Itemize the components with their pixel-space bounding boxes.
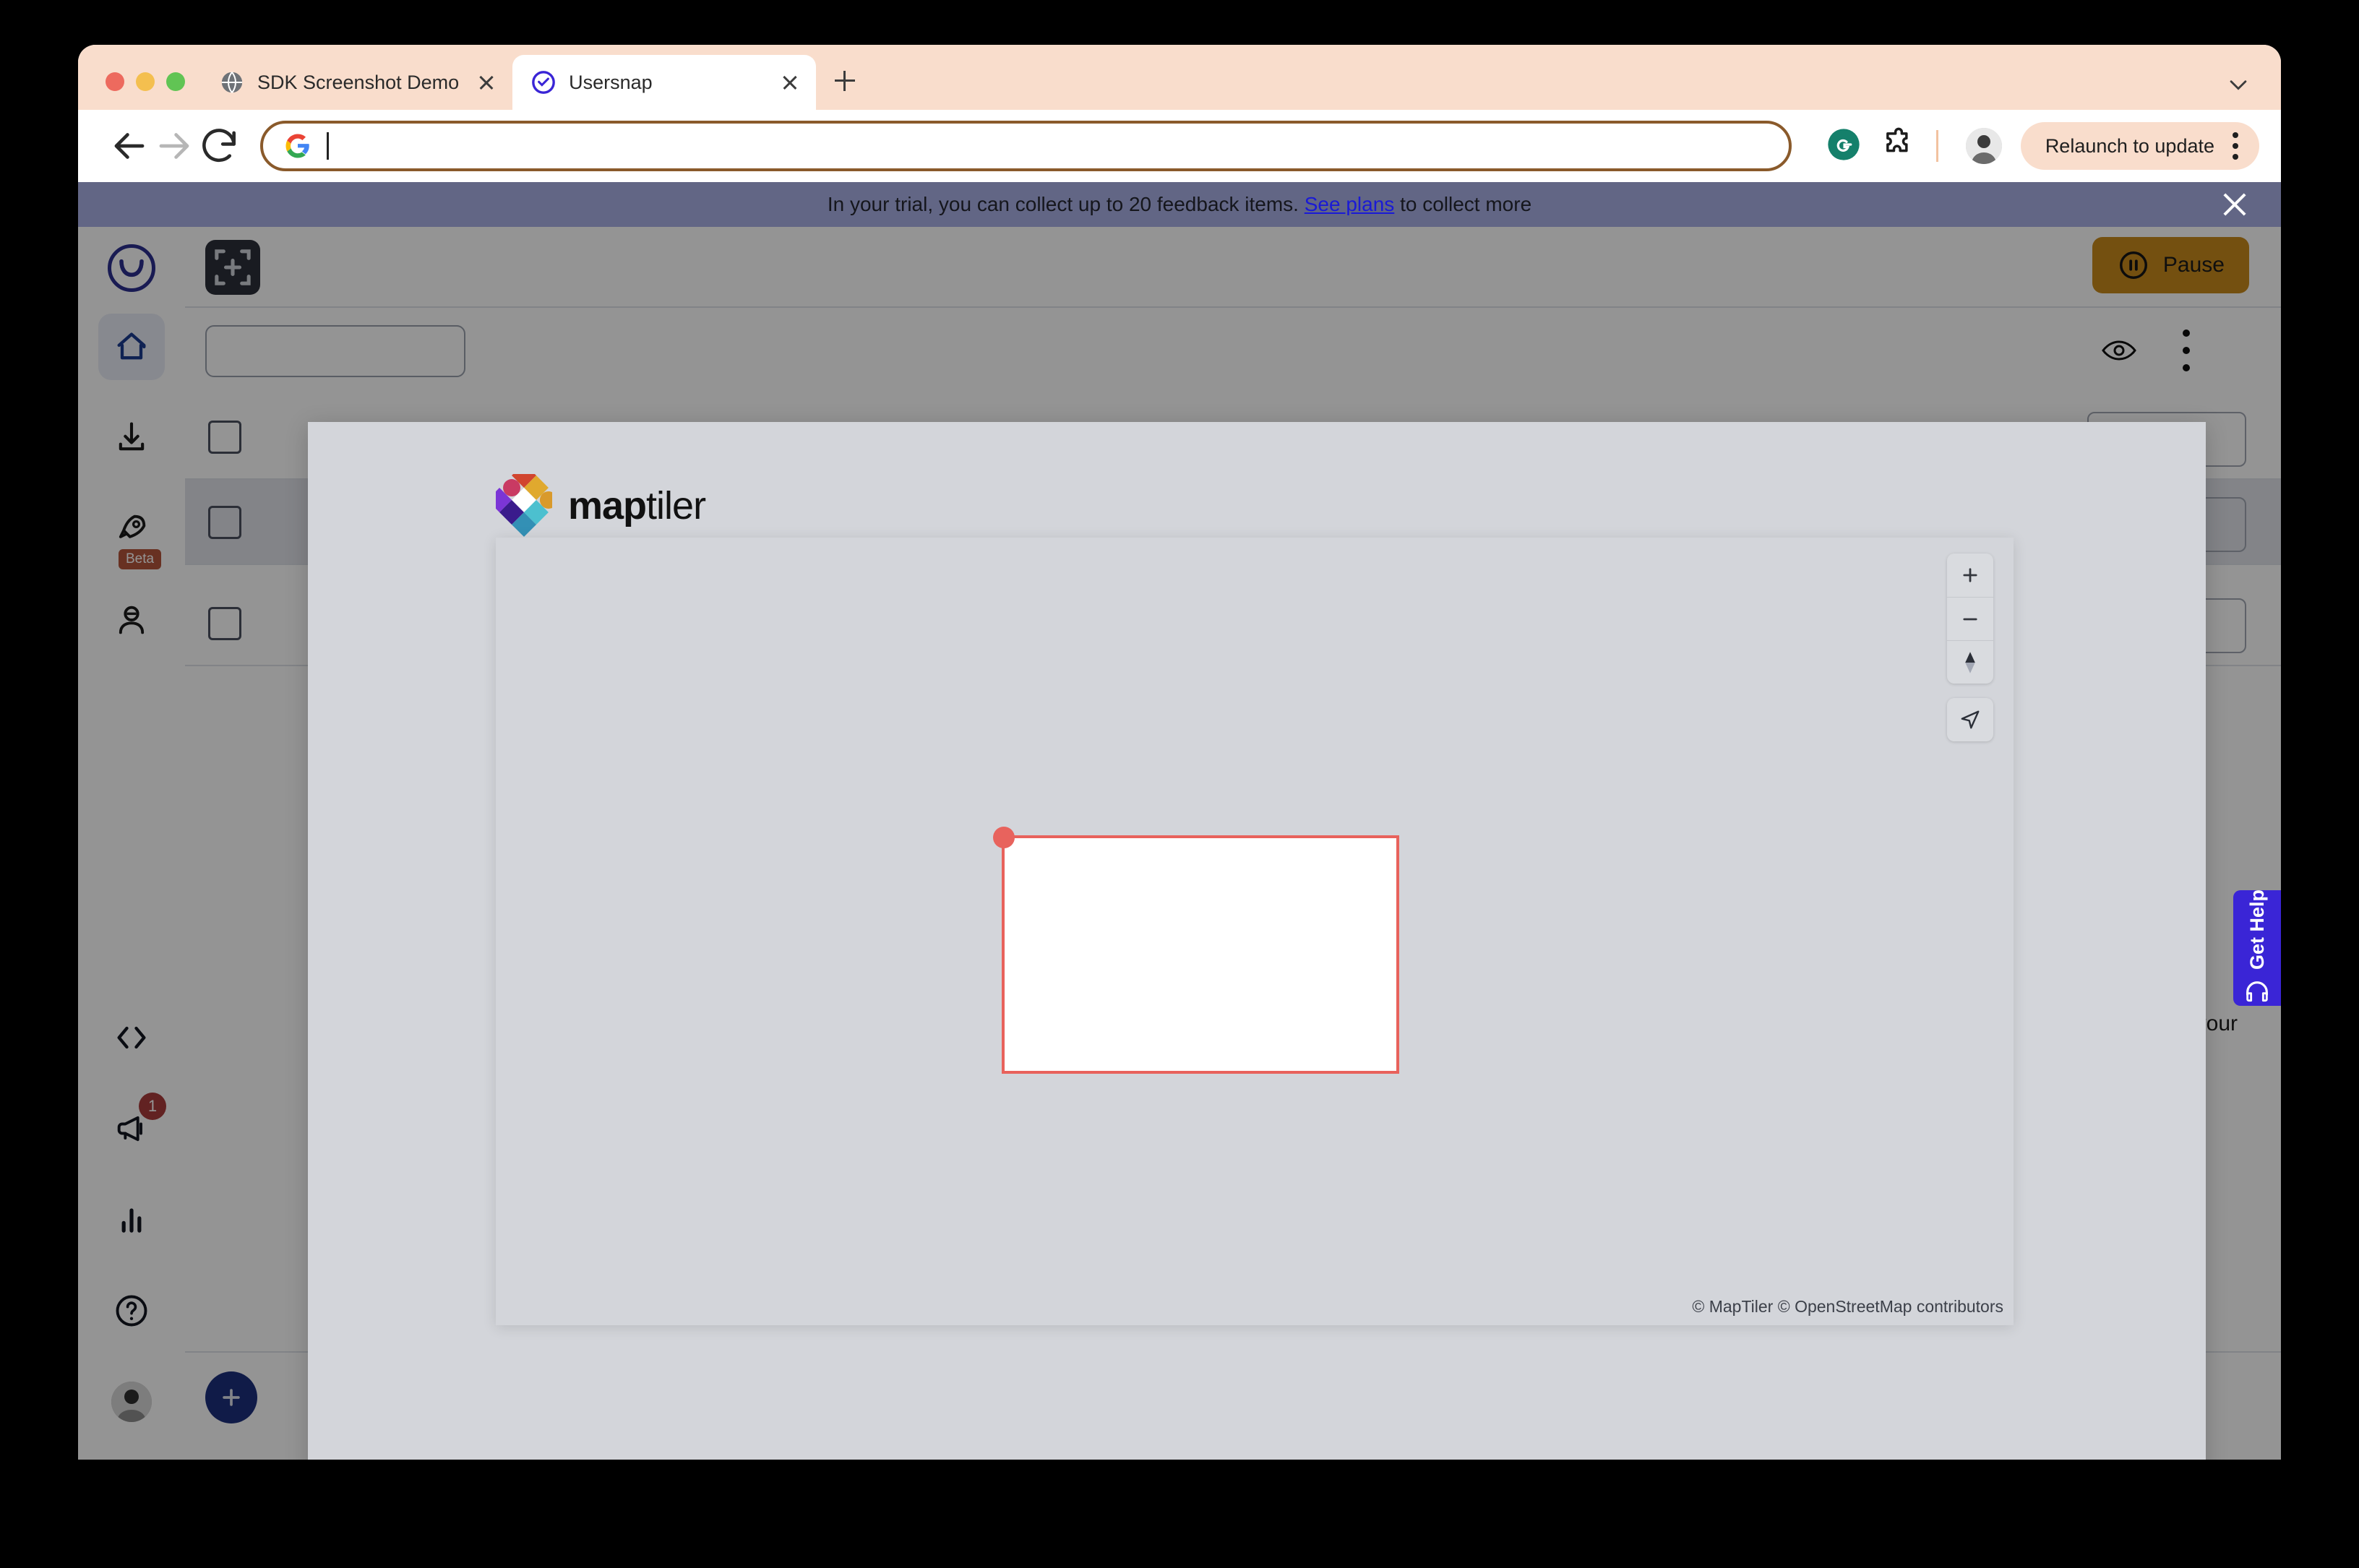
trial-banner-text: In your trial, you can collect up to 20 …: [828, 193, 1531, 216]
maptiler-logo: maptiler: [496, 474, 705, 538]
geolocate-button[interactable]: [1947, 698, 1993, 741]
tab-title: SDK Screenshot Demo: [257, 72, 459, 94]
map-zoom-controls: [1947, 553, 1993, 684]
maptiler-wordmark: maptiler: [568, 483, 705, 528]
zoom-out-button[interactable]: [1947, 597, 1993, 640]
tab-title: Usersnap: [569, 72, 762, 94]
compass-needle-icon[interactable]: [1947, 640, 1993, 684]
page-content: In your trial, you can collect up to 20 …: [78, 182, 2281, 1460]
selection-handle[interactable]: [993, 827, 1015, 848]
kebab-menu-icon[interactable]: [2226, 129, 2245, 163]
minimize-window-button[interactable]: [136, 72, 155, 91]
maximize-window-button[interactable]: [166, 72, 185, 91]
grammarly-icon[interactable]: [1825, 126, 1865, 166]
forward-arrow-icon: [152, 124, 197, 168]
close-icon[interactable]: [775, 68, 804, 97]
puzzle-piece-icon[interactable]: [1880, 126, 1920, 166]
navigation-arrow-icon: [1959, 709, 1981, 731]
close-window-button[interactable]: [106, 72, 124, 91]
maptiler-diamond-logo: [496, 474, 552, 538]
chevron-down-icon[interactable]: [2226, 72, 2251, 97]
profile-avatar[interactable]: [1966, 128, 2002, 164]
maptiler-wordmark-bold: map: [568, 484, 646, 527]
maptiler-wordmark-light: tiler: [646, 484, 705, 527]
address-bar[interactable]: [260, 121, 1792, 171]
toolbar-divider: [1936, 130, 1938, 162]
text-cursor: [327, 132, 329, 160]
window-traffic-lights: [78, 72, 201, 110]
screenshot-preview-modal: maptiler: [308, 422, 2206, 1460]
browser-tab-sdk-screenshot-demo[interactable]: SDK Screenshot Demo: [201, 55, 512, 110]
trial-banner-text-after: to collect more: [1394, 193, 1531, 215]
see-plans-link[interactable]: See plans: [1305, 193, 1395, 215]
screenshot-selection-rectangle[interactable]: [1002, 835, 1399, 1074]
relaunch-label: Relaunch to update: [2045, 135, 2214, 158]
trial-banner: In your trial, you can collect up to 20 …: [78, 182, 2281, 227]
browser-toolbar: Relaunch to update: [78, 110, 2281, 182]
close-icon[interactable]: [472, 68, 501, 97]
reload-icon[interactable]: [197, 124, 241, 168]
browser-window: SDK Screenshot Demo Usersnap: [78, 45, 2281, 1460]
headset-icon: [2243, 978, 2272, 1007]
trial-banner-text-before: In your trial, you can collect up to 20 …: [828, 193, 1305, 215]
globe-icon: [220, 70, 244, 95]
new-tab-button[interactable]: [825, 61, 865, 101]
back-arrow-icon[interactable]: [107, 124, 152, 168]
relaunch-to-update-button[interactable]: Relaunch to update: [2021, 122, 2259, 170]
get-help-tab[interactable]: Get Help: [2233, 890, 2281, 1006]
browser-tab-usersnap[interactable]: Usersnap: [512, 55, 816, 110]
tab-strip: SDK Screenshot Demo Usersnap: [78, 45, 2281, 110]
map-attribution: © MapTiler © OpenStreetMap contributors: [1692, 1297, 2003, 1317]
get-help-label: Get Help: [2246, 889, 2269, 970]
zoom-in-button[interactable]: [1947, 553, 1993, 597]
map-canvas[interactable]: © MapTiler © OpenStreetMap contributors: [496, 538, 2014, 1325]
google-icon: [285, 133, 311, 159]
close-icon[interactable]: [2219, 189, 2251, 220]
usersnap-icon: [531, 70, 556, 95]
